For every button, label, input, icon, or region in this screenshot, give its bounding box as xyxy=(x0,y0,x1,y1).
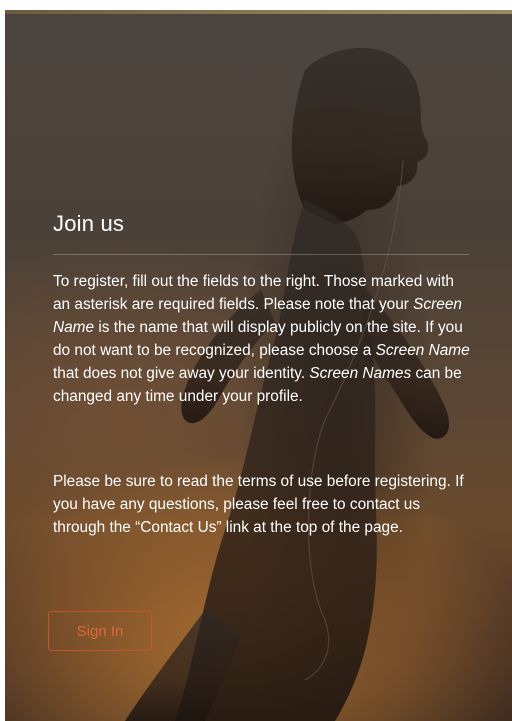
instructions-emphasis-3: Screen Names xyxy=(309,365,412,382)
instructions-text-3: that does not give away your identity. xyxy=(53,365,310,382)
panel-title: Join us xyxy=(53,211,125,236)
registration-instructions: To register, fill out the fields to the … xyxy=(53,270,473,408)
join-us-content: Join us To register, fill out the fields… xyxy=(53,210,473,539)
terms-notice: Please be sure to read the terms of use … xyxy=(53,473,464,536)
sign-in-button[interactable]: Sign In xyxy=(48,611,152,651)
instructions-text-1: To register, fill out the fields to the … xyxy=(53,273,454,313)
instructions-emphasis-2: Screen Name xyxy=(375,342,470,359)
title-divider xyxy=(53,254,469,255)
page: Join us To register, fill out the fields… xyxy=(0,0,512,721)
